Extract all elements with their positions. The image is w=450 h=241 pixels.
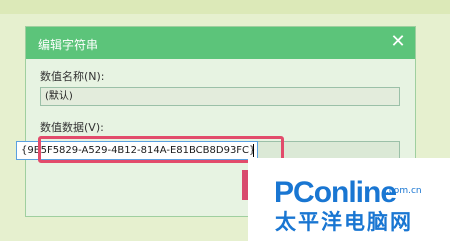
logo-chinese: 太平洋电脑网 — [275, 210, 413, 234]
close-button[interactable]: ✕ — [385, 29, 411, 55]
logo-wordmark: PConline — [274, 176, 397, 210]
value-name-field[interactable]: (默认) — [40, 87, 400, 106]
value-data-label: 数值数据(V): — [40, 121, 104, 134]
title-bar[interactable]: 编辑字符串 ✕ — [26, 27, 415, 59]
close-icon: ✕ — [390, 31, 406, 52]
logo-suffix: .com.cn — [386, 186, 422, 196]
value-name-label: 数值名称(N): — [40, 70, 105, 83]
logo-pc: PC — [274, 176, 315, 209]
logo-online: online — [313, 176, 397, 209]
background-band — [0, 0, 450, 14]
dialog-title: 编辑字符串 — [38, 38, 99, 52]
watermark-logo: PConline .com.cn 太平洋电脑网 — [248, 158, 450, 241]
